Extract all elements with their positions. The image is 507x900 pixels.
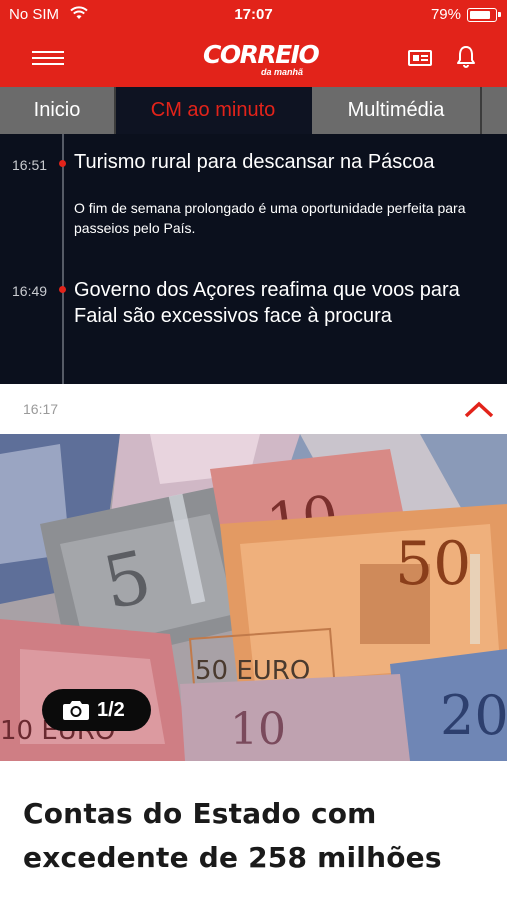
live-feed: 16:51 Turismo rural para descansar na Pá… <box>0 134 507 384</box>
camera-icon <box>63 701 89 720</box>
app-header: CORREIO da manhã <box>0 30 507 87</box>
feed-item-headline: Turismo rural para descansar na Páscoa <box>74 151 435 173</box>
battery-icon <box>467 8 501 22</box>
logo-subtitle: da manhã <box>260 67 303 77</box>
photo-count: 1/2 <box>97 699 125 721</box>
logo-wordmark: CORREIO <box>203 40 320 69</box>
svg-text:10: 10 <box>230 704 286 755</box>
tab-multimedia[interactable]: Multimédia <box>312 87 482 134</box>
timeline-dot <box>59 160 66 167</box>
section-tabs: Inicio CM ao minuto Multimédia <box>0 87 507 134</box>
bell-icon[interactable] <box>456 45 476 69</box>
article-photo[interactable]: 5 10 50 50 EURO 10 EURO 20 10 1/2 <box>0 434 507 761</box>
svg-text:50: 50 <box>395 529 471 599</box>
feed-item[interactable]: 16:51 Turismo rural para descansar na Pá… <box>0 134 507 254</box>
tab-inicio[interactable]: Inicio <box>0 87 116 134</box>
battery-percentage: 79% <box>430 6 461 23</box>
hamburger-icon[interactable] <box>32 48 64 68</box>
article-time: 16:17 <box>23 401 59 417</box>
status-bar: No SIM 17:07 79% <box>0 0 507 30</box>
article-card-header: 16:17 <box>0 384 507 434</box>
newspaper-icon[interactable] <box>408 50 432 66</box>
feed-item-summary: O fim de semana prolongado é uma oportun… <box>74 200 466 236</box>
feed-item[interactable]: 16:49 Governo dos Açores reafima que voo… <box>0 274 507 384</box>
chevron-up-icon[interactable] <box>463 398 495 422</box>
feed-item-time: 16:49 <box>12 283 48 299</box>
tab-more[interactable] <box>482 87 507 134</box>
feed-item-time: 16:51 <box>12 157 48 173</box>
svg-text:20: 20 <box>440 684 507 747</box>
timeline-dot <box>59 286 66 293</box>
correio-da-manha-logo[interactable]: CORREIO da manhã <box>203 40 320 80</box>
photo-counter-button[interactable]: 1/2 <box>42 689 151 731</box>
article-title[interactable]: Contas do Estado com excedente de 258 mi… <box>23 792 483 880</box>
tab-cm-ao-minuto[interactable]: CM ao minuto <box>116 87 312 134</box>
feed-item-headline: Governo dos Açores reafima que voos para… <box>74 279 460 327</box>
